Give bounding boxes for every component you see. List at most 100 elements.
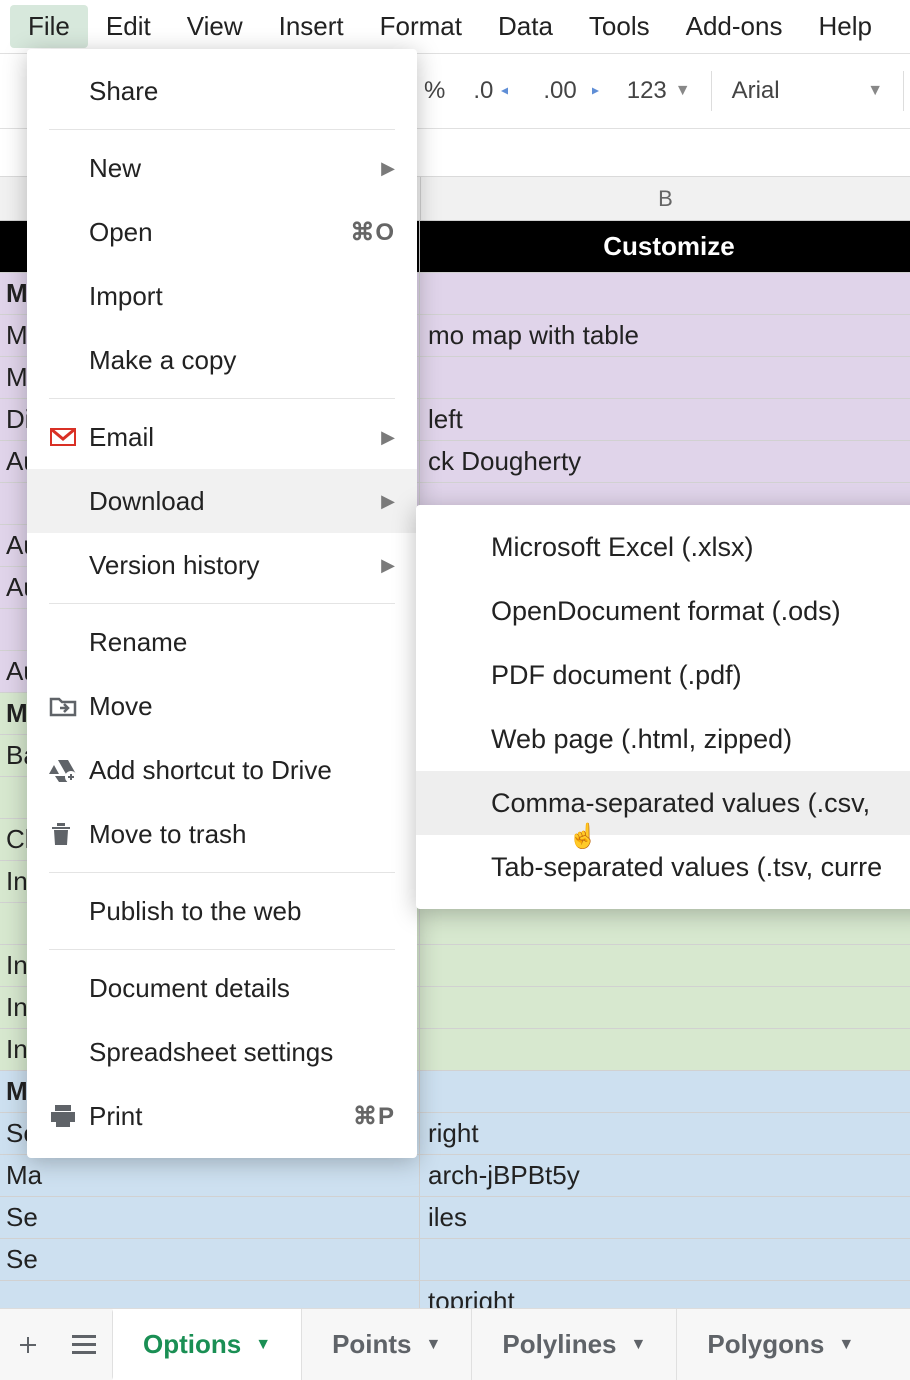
- menu-item-label: Share: [89, 76, 395, 107]
- menu-divider: [49, 603, 395, 604]
- menu-item-label: Make a copy: [89, 345, 395, 376]
- sheet-tab-polylines[interactable]: Polylines▼: [471, 1309, 676, 1380]
- cell-b[interactable]: [420, 1071, 910, 1112]
- sheet-tab-points[interactable]: Points ▼: [301, 1309, 471, 1380]
- download-option-tab-separated-values-tsv-curre[interactable]: Tab-separated values (.tsv, curre: [416, 835, 910, 899]
- chevron-right-icon: ▶: [381, 491, 395, 512]
- number-format-dropdown[interactable]: 123 ▼: [613, 54, 705, 128]
- file-menu-item-new[interactable]: New▶: [27, 136, 417, 200]
- menu-file[interactable]: File: [10, 5, 88, 48]
- increase-decimal-label: .00: [543, 77, 576, 105]
- file-menu-item-move-to-trash[interactable]: Move to trash: [27, 802, 417, 866]
- cell-b[interactable]: [420, 945, 910, 986]
- gmail-icon: [49, 427, 89, 447]
- left-arrow-icon: [501, 87, 515, 95]
- sheet-tab-label: Polygons: [707, 1329, 824, 1360]
- cell-a[interactable]: Se: [0, 1239, 420, 1280]
- file-menu-item-move[interactable]: Move: [27, 674, 417, 738]
- menu-item-label: Add shortcut to Drive: [89, 755, 395, 786]
- menu-divider: [49, 129, 395, 130]
- table-row[interactable]: Se: [0, 1239, 910, 1281]
- all-sheets-button[interactable]: [56, 1309, 112, 1380]
- file-menu-item-email[interactable]: Email▶: [27, 405, 417, 469]
- add-sheet-button[interactable]: [0, 1309, 56, 1380]
- sheet-tab-polygons[interactable]: Polygons▼: [676, 1309, 884, 1380]
- file-menu-item-rename[interactable]: Rename: [27, 610, 417, 674]
- menu-item-label: Move to trash: [89, 819, 395, 850]
- download-option-web-page-html-zipped-[interactable]: Web page (.html, zipped): [416, 707, 910, 771]
- cell-b[interactable]: mo map with table: [420, 315, 910, 356]
- increase-decimal-button[interactable]: .00: [529, 54, 612, 128]
- number-format-label: 123: [627, 77, 667, 105]
- menu-insert[interactable]: Insert: [261, 5, 362, 48]
- menu-addons[interactable]: Add-ons: [668, 5, 801, 48]
- menu-item-label: Move: [89, 691, 395, 722]
- table-row[interactable]: Seiles: [0, 1197, 910, 1239]
- file-menu-item-open[interactable]: Open⌘O: [27, 200, 417, 264]
- file-menu-item-download[interactable]: Download▶: [27, 469, 417, 533]
- trash-icon: [49, 821, 89, 847]
- download-submenu: Microsoft Excel (.xlsx)OpenDocument form…: [416, 505, 910, 909]
- menu-item-label: Import: [89, 281, 395, 312]
- sheet-tab-label: Points: [332, 1329, 411, 1360]
- menu-data[interactable]: Data: [480, 5, 571, 48]
- dropdown-caret-icon: ▼: [631, 1336, 647, 1354]
- print-icon: [49, 1103, 89, 1129]
- menu-view[interactable]: View: [169, 5, 261, 48]
- file-menu-item-print[interactable]: Print⌘P: [27, 1084, 417, 1148]
- cell-b[interactable]: [420, 1029, 910, 1070]
- cell-b[interactable]: ck Dougherty: [420, 441, 910, 482]
- cell-a[interactable]: Se: [0, 1197, 420, 1238]
- cell-b[interactable]: [420, 1239, 910, 1280]
- cell-b[interactable]: left: [420, 399, 910, 440]
- download-option-microsoft-excel-xlsx-[interactable]: Microsoft Excel (.xlsx): [416, 515, 910, 579]
- drive-add-icon: [49, 758, 89, 782]
- download-option-opendocument-format-ods-[interactable]: OpenDocument format (.ods): [416, 579, 910, 643]
- cell-a[interactable]: Ma: [0, 1155, 420, 1196]
- menu-item-label: Download: [89, 486, 381, 517]
- cell-b[interactable]: right: [420, 1113, 910, 1154]
- menu-divider: [49, 949, 395, 950]
- file-menu-item-document-details[interactable]: Document details: [27, 956, 417, 1020]
- file-menu-item-spreadsheet-settings[interactable]: Spreadsheet settings: [27, 1020, 417, 1084]
- menu-item-label: Open: [89, 217, 350, 248]
- menu-icon: [72, 1335, 96, 1355]
- folder-move-icon: [49, 695, 89, 717]
- cell-b[interactable]: iles: [420, 1197, 910, 1238]
- dropdown-caret-icon: ▼: [426, 1336, 442, 1354]
- menu-item-label: Version history: [89, 550, 381, 581]
- cell-b[interactable]: [420, 357, 910, 398]
- download-option-comma-separated-values-csv-[interactable]: Comma-separated values (.csv,: [416, 771, 910, 835]
- toolbar-separator: [903, 71, 904, 111]
- cell-b[interactable]: Customize: [420, 221, 910, 272]
- menu-help[interactable]: Help: [800, 5, 889, 48]
- file-menu-item-version-history[interactable]: Version history▶: [27, 533, 417, 597]
- chevron-right-icon: ▶: [381, 427, 395, 448]
- file-menu-item-add-shortcut-to-drive[interactable]: Add shortcut to Drive: [27, 738, 417, 802]
- file-menu-item-import[interactable]: Import: [27, 264, 417, 328]
- menubar: File Edit View Insert Format Data Tools …: [0, 0, 910, 54]
- file-menu-item-publish-to-the-web[interactable]: Publish to the web: [27, 879, 417, 943]
- cell-b[interactable]: [420, 987, 910, 1028]
- decrease-decimal-button[interactable]: .0: [459, 54, 529, 128]
- format-percent-button[interactable]: %: [410, 54, 459, 128]
- file-menu-item-share[interactable]: Share: [27, 59, 417, 123]
- sheet-tab-options[interactable]: Options ▼: [112, 1309, 301, 1380]
- menu-item-label: Rename: [89, 627, 395, 658]
- cell-b[interactable]: arch-jBPBt5y: [420, 1155, 910, 1196]
- menu-format[interactable]: Format: [362, 5, 480, 48]
- font-family-dropdown[interactable]: Arial ▼: [718, 54, 898, 128]
- menu-divider: [49, 398, 395, 399]
- dropdown-caret-icon: ▼: [255, 1336, 271, 1354]
- menu-edit[interactable]: Edit: [88, 5, 169, 48]
- cell-b[interactable]: [420, 273, 910, 314]
- download-option-pdf-document-pdf-[interactable]: PDF document (.pdf): [416, 643, 910, 707]
- chevron-right-icon: ▶: [381, 555, 395, 576]
- menu-item-label: Spreadsheet settings: [89, 1037, 395, 1068]
- file-menu-item-make-a-copy[interactable]: Make a copy: [27, 328, 417, 392]
- table-row[interactable]: Maarch-jBPBt5y: [0, 1155, 910, 1197]
- menu-tools[interactable]: Tools: [571, 5, 668, 48]
- sheet-tab-label: Options: [143, 1329, 241, 1360]
- column-header-b[interactable]: B: [420, 177, 910, 220]
- cell-b[interactable]: [420, 903, 910, 944]
